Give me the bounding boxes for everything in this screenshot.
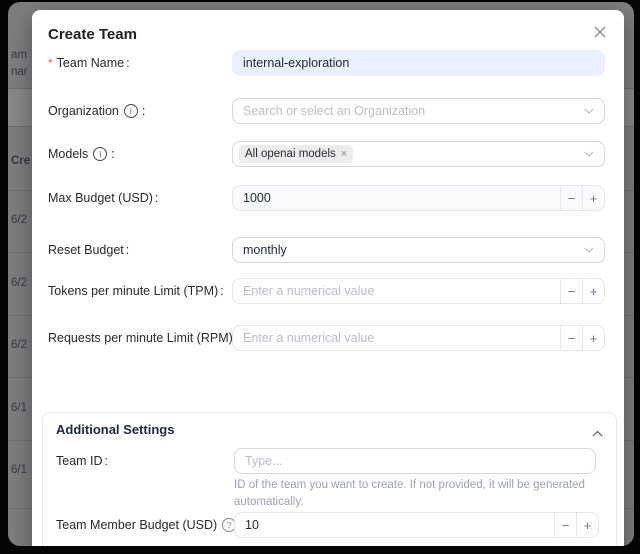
info-icon[interactable]: i	[93, 147, 107, 161]
chevron-down-icon	[584, 108, 594, 114]
bg-text-fragment: 6/1	[11, 402, 27, 414]
organization-label: Organization i :	[48, 98, 145, 124]
max-budget-stepper: 1000 − +	[232, 185, 605, 211]
chevron-down-icon	[584, 151, 594, 157]
rpm-label: Requests per minute Limit (RPM) :	[48, 325, 238, 351]
dimmed-background-window: am nar Cre 6/2 6/2 6/2 6/1 6/1 Create Te…	[8, 2, 634, 546]
team-id-label: Team ID :	[56, 448, 108, 474]
decrement-button[interactable]: −	[560, 186, 582, 210]
tpm-label: Tokens per minute Limit (TPM) :	[48, 278, 224, 304]
additional-settings-panel: Additional Settings Team ID : ID of the …	[42, 412, 617, 546]
tag-remove-icon[interactable]: ×	[341, 148, 347, 160]
models-label: Models i :	[48, 141, 115, 167]
bg-text-fragment: 6/1	[11, 464, 27, 476]
screen: am nar Cre 6/2 6/2 6/2 6/1 6/1 Create Te…	[0, 0, 640, 554]
rpm-input[interactable]: Enter a numerical value	[233, 326, 560, 350]
reset-budget-select[interactable]: monthly	[232, 237, 605, 263]
team-name-field-wrap	[232, 50, 605, 76]
model-tag: All openai models ×	[239, 145, 353, 163]
decrement-button[interactable]: −	[554, 513, 576, 537]
member-budget-label: Team Member Budget (USD) ? :	[56, 512, 244, 538]
additional-settings-title: Additional Settings	[56, 422, 174, 437]
tpm-stepper: Enter a numerical value − +	[232, 278, 605, 304]
create-team-modal: Create Team * Team Name : Organization i…	[32, 10, 624, 546]
bg-text-fragment: Cre	[11, 155, 30, 167]
increment-button[interactable]: +	[582, 186, 604, 210]
reset-budget-value: monthly	[243, 243, 584, 257]
increment-button[interactable]: +	[582, 279, 604, 303]
organization-placeholder: Search or select an Organization	[243, 104, 584, 118]
bg-text-fragment: 6/2	[11, 277, 27, 289]
team-name-input[interactable]	[232, 50, 605, 76]
info-icon[interactable]: i	[124, 104, 138, 118]
team-name-label: * Team Name :	[48, 50, 130, 76]
increment-button[interactable]: +	[582, 326, 604, 350]
bg-text-fragment: 6/2	[11, 214, 27, 226]
increment-button[interactable]: +	[576, 513, 598, 537]
rpm-stepper: Enter a numerical value − +	[232, 325, 605, 351]
chevron-up-icon	[592, 430, 603, 437]
max-budget-input[interactable]: 1000	[233, 186, 560, 210]
models-multiselect[interactable]: All openai models ×	[232, 141, 605, 167]
decrement-button[interactable]: −	[560, 326, 582, 350]
bg-text-fragment: am	[11, 49, 27, 61]
close-icon	[594, 26, 606, 38]
modal-title: Create Team	[48, 26, 137, 43]
reset-budget-label: Reset Budget :	[48, 237, 129, 263]
organization-select[interactable]: Search or select an Organization	[232, 98, 605, 124]
max-budget-label: Max Budget (USD) :	[48, 185, 158, 211]
bg-text-fragment: nar	[11, 66, 28, 78]
required-asterisk: *	[48, 50, 53, 76]
tpm-input[interactable]: Enter a numerical value	[233, 279, 560, 303]
close-button[interactable]	[589, 21, 611, 43]
team-id-input[interactable]	[234, 448, 596, 474]
collapse-toggle[interactable]	[592, 424, 603, 442]
team-id-help-text: ID of the team you want to create. If no…	[234, 477, 607, 510]
chevron-down-icon	[584, 247, 594, 253]
bg-text-fragment: 6/2	[11, 339, 27, 351]
member-budget-stepper: 10 − +	[234, 512, 599, 538]
team-id-field-wrap	[234, 448, 596, 474]
decrement-button[interactable]: −	[560, 279, 582, 303]
member-budget-input[interactable]: 10	[235, 513, 554, 537]
